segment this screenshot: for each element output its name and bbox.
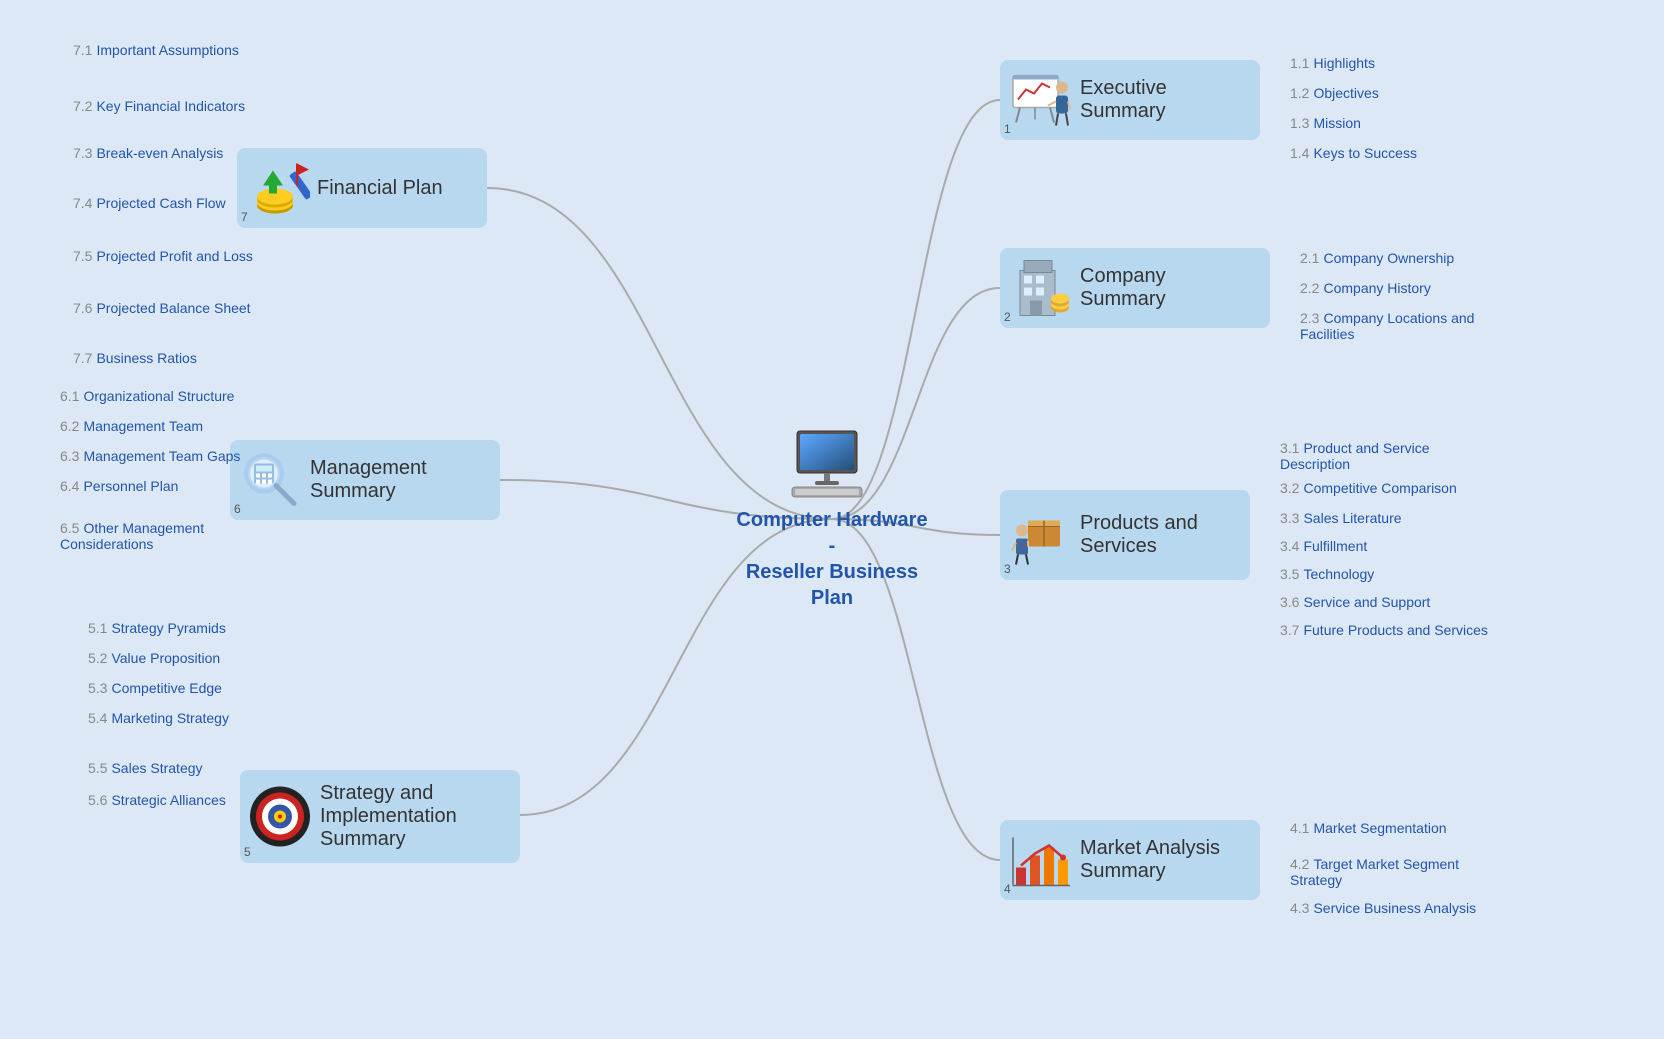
branch-number-7: 7 bbox=[241, 210, 248, 224]
sub-2-1: 2.1Company Ownership bbox=[1300, 250, 1454, 266]
financial-title: Financial Plan bbox=[317, 177, 443, 200]
sub-1-2: 1.2Objectives bbox=[1290, 85, 1379, 101]
company-icon bbox=[1008, 256, 1073, 321]
sub-4-3: 4.3Service Business Analysis bbox=[1290, 900, 1476, 916]
center-title: Computer Hardware - Reseller Business Pl… bbox=[732, 507, 932, 611]
sub-6-5: 6.5Other ManagementConsiderations bbox=[60, 520, 204, 552]
strategy-box: 5 Strategy and Implementation Summary bbox=[240, 770, 520, 863]
sub-1-4: 1.4Keys to Success bbox=[1290, 145, 1417, 161]
branch-number-2: 2 bbox=[1004, 310, 1011, 324]
center-node: Computer Hardware - Reseller Business Pl… bbox=[732, 429, 932, 611]
management-icon bbox=[238, 448, 303, 513]
sub-3-7: 3.7Future Products and Services bbox=[1280, 622, 1488, 638]
branch-number-4: 4 bbox=[1004, 882, 1011, 896]
sub-1-1: 1.1Highlights bbox=[1290, 55, 1375, 71]
executive-summary-box: 1 Executive Summary bbox=[1000, 60, 1260, 140]
sub-2-2: 2.2Company History bbox=[1300, 280, 1431, 296]
sub-4-1: 4.1Market Segmentation bbox=[1290, 820, 1447, 836]
sub-7-7: 7.7Business Ratios bbox=[73, 350, 197, 366]
sub-5-6: 5.6Strategic Alliances bbox=[88, 792, 226, 808]
sub-3-3: 3.3Sales Literature bbox=[1280, 510, 1402, 526]
company-summary-box: 2 Company Summary bbox=[1000, 248, 1270, 328]
products-services-title: Products and Services bbox=[1080, 512, 1198, 558]
sub-5-5: 5.5Sales Strategy bbox=[88, 760, 203, 776]
sub-6-4: 6.4Personnel Plan bbox=[60, 478, 178, 494]
sub-7-4: 7.4Projected Cash Flow bbox=[73, 195, 226, 211]
sub-5-2: 5.2Value Proposition bbox=[88, 650, 220, 666]
sub-1-3: 1.3Mission bbox=[1290, 115, 1361, 131]
sub-7-1: 7.1Important Assumptions bbox=[73, 42, 239, 58]
financial-box: 7 Financial Plan bbox=[237, 148, 487, 228]
branch-number-6: 6 bbox=[234, 502, 241, 516]
branch-number-1: 1 bbox=[1004, 122, 1011, 136]
sub-6-3: 6.3Management Team Gaps bbox=[60, 448, 240, 464]
sub-3-2: 3.2Competitive Comparison bbox=[1280, 480, 1457, 496]
executive-icon bbox=[1008, 68, 1073, 133]
sub-3-5: 3.5Technology bbox=[1280, 566, 1374, 582]
sub-7-2: 7.2Key Financial Indicators bbox=[73, 98, 245, 114]
products-services-box: 3 Products and Services bbox=[1000, 490, 1250, 580]
management-box: 6 Management Summary bbox=[230, 440, 500, 520]
sub-3-6: 3.6Service and Support bbox=[1280, 594, 1430, 610]
sub-5-4: 5.4Marketing Strategy bbox=[88, 710, 229, 726]
computer-icon bbox=[787, 429, 877, 499]
branch-number-3: 3 bbox=[1004, 562, 1011, 576]
strategy-title: Strategy and Implementation Summary bbox=[320, 782, 457, 851]
market-analysis-box: 4 Market Analysis Summary bbox=[1000, 820, 1260, 900]
strategy-icon bbox=[248, 784, 313, 849]
sub-4-2: 4.2Target Market SegmentStrategy bbox=[1290, 856, 1459, 888]
products-icon bbox=[1008, 503, 1073, 568]
sub-7-5: 7.5Projected Profit and Loss bbox=[73, 248, 253, 264]
sub-5-1: 5.1Strategy Pyramids bbox=[88, 620, 226, 636]
sub-2-3: 2.3Company Locations andFacilities bbox=[1300, 310, 1474, 342]
company-summary-title: Company Summary bbox=[1080, 265, 1254, 311]
market-analysis-title: Market Analysis Summary bbox=[1080, 837, 1220, 883]
executive-summary-title: Executive Summary bbox=[1080, 77, 1244, 123]
sub-3-1: 3.1Product and ServiceDescription bbox=[1280, 440, 1430, 472]
branch-number-5: 5 bbox=[244, 845, 251, 859]
sub-5-3: 5.3Competitive Edge bbox=[88, 680, 222, 696]
financial-icon bbox=[245, 156, 310, 221]
sub-3-4: 3.4Fulfillment bbox=[1280, 538, 1367, 554]
market-icon bbox=[1008, 828, 1073, 893]
sub-7-3: 7.3Break-even Analysis bbox=[73, 145, 223, 161]
management-title: Management Summary bbox=[310, 457, 427, 503]
sub-6-1: 6.1Organizational Structure bbox=[60, 388, 234, 404]
sub-7-6: 7.6Projected Balance Sheet bbox=[73, 300, 251, 316]
sub-6-2: 6.2Management Team bbox=[60, 418, 203, 434]
